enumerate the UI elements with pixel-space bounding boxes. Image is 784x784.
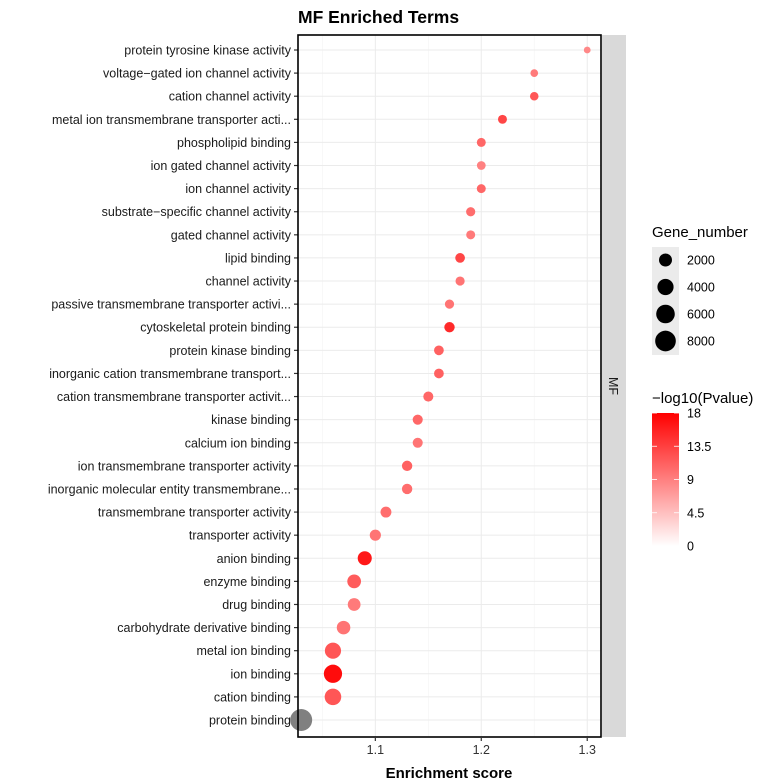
size-legend-label: 4000 <box>687 281 715 295</box>
y-tick-label: anion binding <box>217 552 291 566</box>
data-point <box>434 368 444 379</box>
data-point <box>336 620 351 635</box>
data-point <box>347 574 362 589</box>
data-point <box>434 345 444 356</box>
size-legend-key <box>657 278 674 296</box>
y-tick-label: protein binding <box>209 714 291 728</box>
x-tick-label: 1.2 <box>473 743 490 757</box>
x-tick-label: 1.1 <box>367 743 384 757</box>
size-legend-label: 6000 <box>687 308 715 322</box>
data-point <box>497 114 507 124</box>
y-tick-label: phospholipid binding <box>177 136 291 150</box>
y-tick-label: cation transmembrane transporter activit… <box>57 390 291 404</box>
data-point <box>529 91 539 101</box>
y-tick-label: ion gated channel activity <box>151 159 292 173</box>
data-point <box>324 642 342 659</box>
data-point <box>423 391 434 402</box>
data-point <box>583 46 591 54</box>
y-tick-label: metal ion transmembrane transporter acti… <box>52 113 291 127</box>
y-tick-label: cation binding <box>214 690 291 704</box>
y-tick-label: enzyme binding <box>203 575 291 589</box>
y-tick-label: inorganic cation transmembrane transport… <box>49 367 291 381</box>
chart-title: MF Enriched Terms <box>298 7 459 27</box>
color-legend-label: 9 <box>687 473 694 487</box>
color-legend: −log10(Pvalue) 0 4.5 9 13.5 18 <box>652 390 753 554</box>
data-point <box>412 414 423 425</box>
y-tick-label: carbohydrate derivative binding <box>117 621 291 635</box>
data-point <box>466 207 476 217</box>
color-legend-label: 0 <box>687 540 694 554</box>
color-legend-label: 13.5 <box>687 440 711 454</box>
color-legend-label: 4.5 <box>687 506 704 520</box>
y-tick-label: transporter activity <box>189 529 292 543</box>
y-tick-label: protein tyrosine kinase activity <box>124 44 291 58</box>
size-legend-label: 8000 <box>687 335 715 349</box>
y-tick-label: ion transmembrane transporter activity <box>78 459 292 473</box>
data-point <box>369 529 381 541</box>
data-point <box>466 230 476 240</box>
data-points <box>290 46 591 731</box>
color-legend-label: 18 <box>687 407 701 421</box>
size-legend-key <box>656 304 675 324</box>
y-tick-label: channel activity <box>206 275 292 289</box>
y-tick-label: inorganic molecular entity transmembrane… <box>48 482 291 496</box>
data-point <box>380 506 392 518</box>
data-point <box>401 460 413 472</box>
data-point <box>444 299 455 309</box>
data-point <box>347 598 361 611</box>
data-point <box>455 276 465 286</box>
size-legend-key <box>655 330 676 352</box>
x-tick-label: 1.3 <box>579 743 596 757</box>
size-legend-label: 2000 <box>687 254 715 268</box>
y-tick-label: voltage−gated ion channel activity <box>103 67 292 81</box>
color-legend-title: −log10(Pvalue) <box>652 390 753 407</box>
y-tick-label: ion binding <box>231 667 292 681</box>
y-tick-label: cytoskeletal protein binding <box>140 321 291 335</box>
y-tick-label: substrate−specific channel activity <box>102 205 292 219</box>
data-point <box>290 709 313 731</box>
y-tick-label: transmembrane transporter activity <box>98 506 292 520</box>
data-point <box>444 322 455 333</box>
data-point <box>530 69 539 77</box>
y-axis-labels: protein tyrosine kinase activity voltage−… <box>48 44 292 728</box>
y-tick-label: drug binding <box>222 598 291 612</box>
y-tick-label: lipid binding <box>225 251 291 265</box>
x-axis-ticks: 1.1 1.2 1.3 <box>367 737 596 757</box>
size-legend: Gene_number 2000 4000 6000 8000 <box>652 224 748 355</box>
data-point <box>324 688 342 706</box>
x-axis-label: Enrichment score <box>386 765 513 782</box>
data-point <box>455 253 465 263</box>
size-legend-key <box>659 253 672 267</box>
data-point <box>323 664 343 683</box>
data-point <box>412 437 423 448</box>
data-point <box>476 161 486 170</box>
y-tick-label: gated channel activity <box>171 228 292 242</box>
y-tick-label: protein kinase binding <box>169 344 291 358</box>
data-point <box>357 551 372 566</box>
y-tick-label: cation channel activity <box>169 90 292 104</box>
y-tick-label: metal ion binding <box>196 644 291 658</box>
data-point <box>476 137 486 147</box>
y-tick-label: ion channel activity <box>185 182 291 196</box>
data-point <box>476 184 486 194</box>
facet-strip-label: MF <box>606 377 620 395</box>
data-point <box>401 483 413 495</box>
y-tick-label: calcium ion binding <box>185 436 291 450</box>
size-legend-title: Gene_number <box>652 224 748 241</box>
enrichment-dot-plot: MF Enriched Terms protein tyrosine kinas… <box>48 7 754 782</box>
y-tick-label: kinase binding <box>211 413 291 427</box>
y-tick-label: passive transmembrane transporter activi… <box>51 298 291 312</box>
